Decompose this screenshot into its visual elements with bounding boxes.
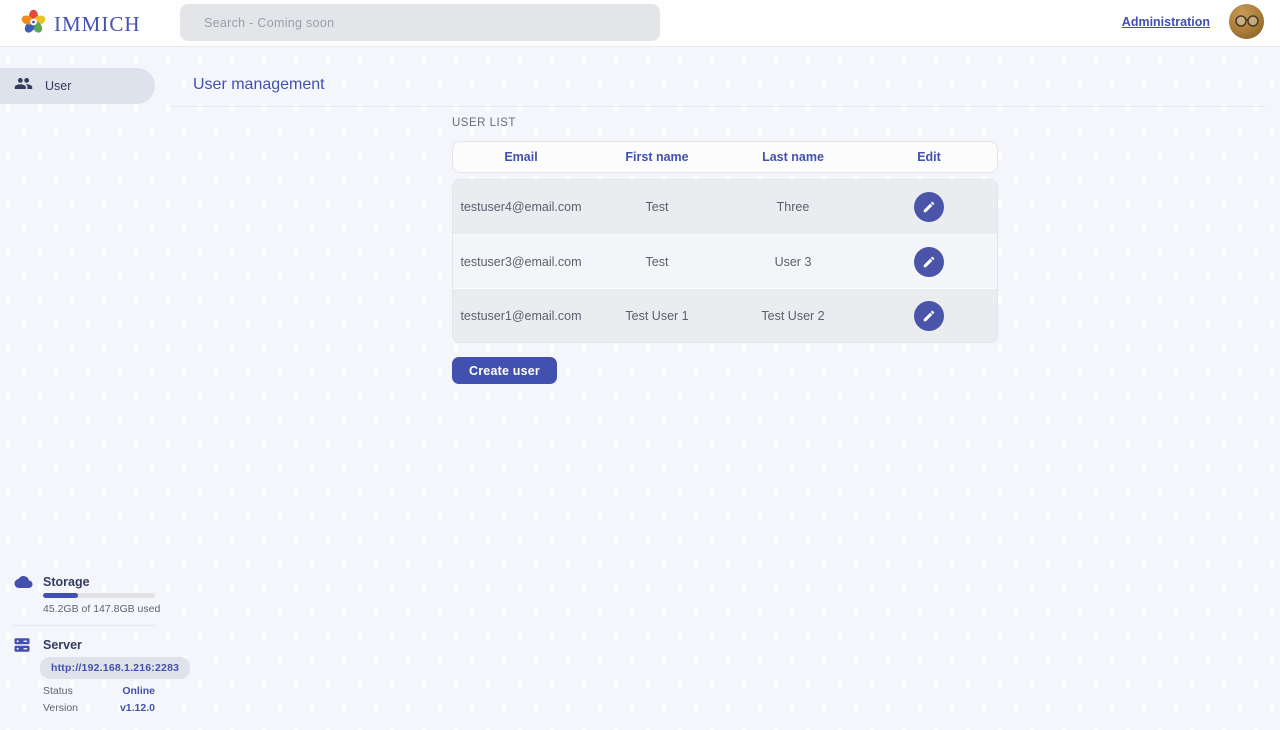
user-list-label: USER LIST xyxy=(452,117,516,129)
cell-email: testuser4@email.com xyxy=(453,180,589,234)
cell-last-name: Test User 2 xyxy=(725,289,861,342)
table-row: testuser4@email.com Test Three xyxy=(453,180,997,234)
edit-user-button[interactable] xyxy=(914,301,944,331)
storage-usage-text: 45.2GB of 147.8GB used xyxy=(43,603,160,615)
status-value: Online xyxy=(122,685,155,697)
cell-first-name: Test xyxy=(589,180,725,234)
sidebar-divider xyxy=(13,625,155,626)
cell-first-name: Test User 1 xyxy=(589,289,725,342)
create-user-button[interactable]: Create user xyxy=(452,357,557,384)
version-label: Version xyxy=(43,702,78,714)
server-version-row: Version v1.12.0 xyxy=(43,702,155,714)
pencil-icon xyxy=(922,200,936,214)
table-row: testuser1@email.com Test User 1 Test Use… xyxy=(453,288,997,342)
server-title: Server xyxy=(43,638,82,652)
cell-last-name: User 3 xyxy=(725,235,861,288)
storage-title: Storage xyxy=(43,575,90,589)
page-title: User management xyxy=(193,76,325,94)
pencil-icon xyxy=(922,309,936,323)
cell-email: testuser3@email.com xyxy=(453,235,589,288)
edit-user-button[interactable] xyxy=(914,192,944,222)
top-header: IMMICH Administration xyxy=(0,0,1280,47)
table-row: testuser3@email.com Test User 3 xyxy=(453,234,997,288)
cell-email: testuser1@email.com xyxy=(453,289,589,342)
server-status-row: Status Online xyxy=(43,685,155,697)
storage-progress-fill xyxy=(43,593,78,598)
user-avatar[interactable] xyxy=(1229,4,1264,39)
column-header-first-name: First name xyxy=(589,142,725,172)
sidebar-item-label: User xyxy=(45,79,71,93)
status-label: Status xyxy=(43,685,73,697)
search-bar xyxy=(180,4,660,41)
cell-last-name: Three xyxy=(725,180,861,234)
user-table: testuser4@email.com Test Three testuser3… xyxy=(452,179,998,343)
cloud-icon xyxy=(13,573,34,596)
cell-first-name: Test xyxy=(589,235,725,288)
column-header-email: Email xyxy=(453,142,589,172)
search-input[interactable] xyxy=(180,4,660,41)
pencil-icon xyxy=(922,255,936,269)
column-header-edit: Edit xyxy=(861,142,997,172)
user-table-header: Email First name Last name Edit xyxy=(452,141,998,173)
users-icon xyxy=(14,74,33,98)
server-url-badge: http://192.168.1.216:2283 xyxy=(40,657,190,679)
immich-flower-icon xyxy=(20,8,47,41)
sidebar-item-user[interactable]: User xyxy=(0,68,155,104)
app-name: IMMICH xyxy=(54,12,141,37)
title-divider xyxy=(170,106,1266,107)
storage-progress-bar xyxy=(43,593,155,598)
server-icon xyxy=(13,636,31,659)
edit-user-button[interactable] xyxy=(914,247,944,277)
glasses-icon xyxy=(1234,14,1260,28)
version-value: v1.12.0 xyxy=(120,702,155,714)
administration-link[interactable]: Administration xyxy=(1122,15,1210,29)
column-header-last-name: Last name xyxy=(725,142,861,172)
immich-logo[interactable]: IMMICH xyxy=(20,8,141,41)
